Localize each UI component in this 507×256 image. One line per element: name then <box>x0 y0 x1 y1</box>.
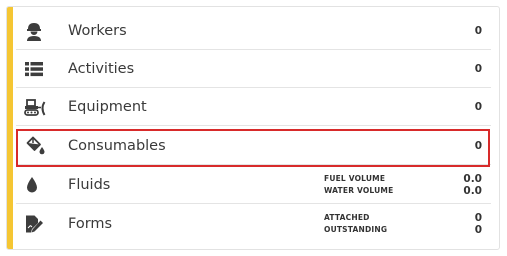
detail-line: ATTACHED 0 <box>324 212 482 224</box>
row-label: Equipment <box>68 99 147 115</box>
row-label: Workers <box>68 23 127 39</box>
detail-line: OUTSTANDING 0 <box>324 224 482 236</box>
fluids-details: FUEL VOLUME 0.0 WATER VOLUME 0.0 <box>324 173 482 197</box>
row-label: Consumables <box>68 138 166 154</box>
paint-bucket-icon <box>24 136 46 156</box>
detail-label: OUTSTANDING <box>324 225 388 234</box>
detail-line: FUEL VOLUME 0.0 <box>324 173 482 185</box>
card-accent-bar <box>7 7 13 249</box>
row-value: 0 <box>474 63 482 75</box>
detail-line: WATER VOLUME 0.0 <box>324 185 482 197</box>
forms-details: ATTACHED 0 OUTSTANDING 0 <box>324 212 482 236</box>
detail-label: ATTACHED <box>324 213 370 222</box>
row-value: 0 <box>474 140 482 152</box>
list-icon <box>24 59 46 79</box>
row-workers[interactable]: Workers 0 <box>16 12 491 50</box>
detail-label: FUEL VOLUME <box>324 174 386 183</box>
detail-label: WATER VOLUME <box>324 186 394 195</box>
detail-value: 0 <box>474 212 482 224</box>
detail-value: 0.0 <box>463 185 482 197</box>
worker-icon <box>24 21 46 41</box>
bulldozer-icon <box>24 97 46 117</box>
row-fluids[interactable]: Fluids FUEL VOLUME 0.0 WATER VOLUME 0.0 <box>16 166 491 204</box>
resources-summary-card: Workers 0 Activities 0 Equipment 0 Consu… <box>6 6 500 250</box>
row-consumables[interactable]: Consumables 0 <box>16 127 491 165</box>
row-label: Forms <box>68 216 113 232</box>
row-equipment[interactable]: Equipment 0 <box>16 88 491 126</box>
row-value: 0 <box>474 25 482 37</box>
droplet-icon <box>24 175 46 195</box>
row-label: Activities <box>68 61 135 77</box>
detail-value: 0.0 <box>463 173 482 185</box>
detail-value: 0 <box>474 224 482 236</box>
row-label: Fluids <box>68 177 111 193</box>
row-activities[interactable]: Activities 0 <box>16 50 491 88</box>
form-edit-icon <box>24 214 46 234</box>
row-forms[interactable]: Forms ATTACHED 0 OUTSTANDING 0 <box>16 205 491 243</box>
row-value: 0 <box>474 101 482 113</box>
